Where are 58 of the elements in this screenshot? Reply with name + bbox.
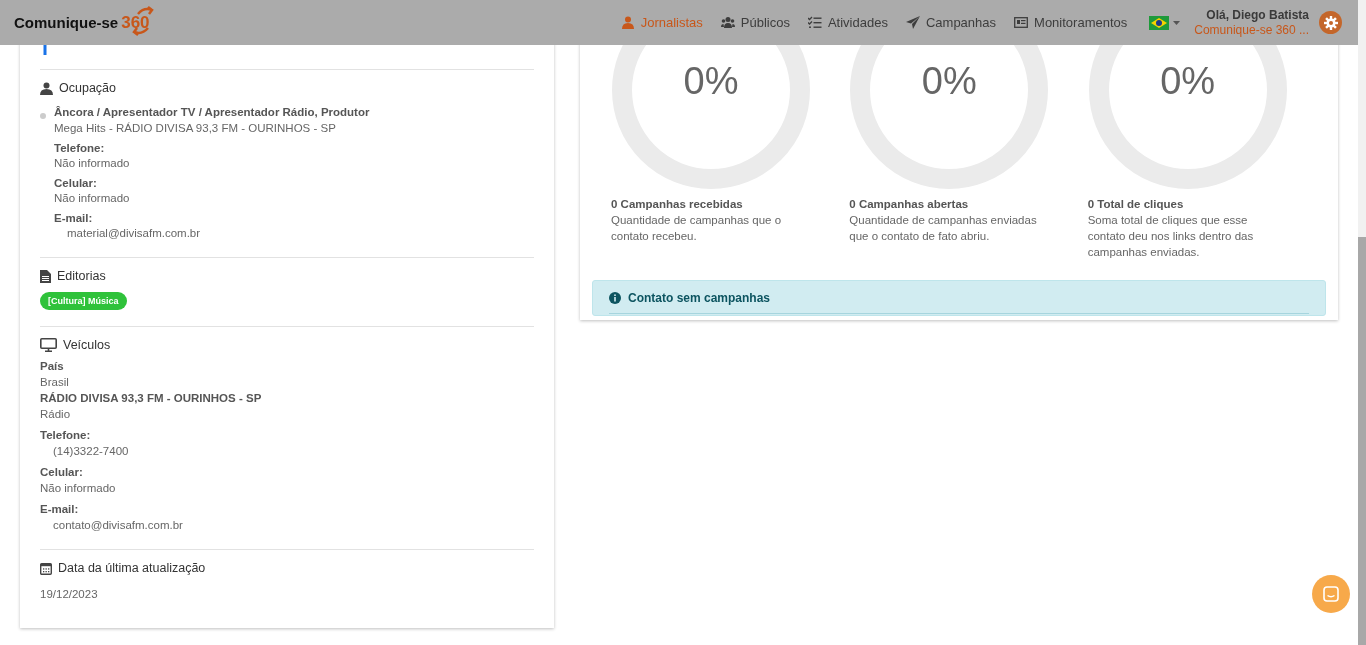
brazil-flag-icon <box>1149 15 1170 30</box>
field-value: Não informado <box>54 156 131 171</box>
gauge-percent: 0% <box>682 60 740 103</box>
section-title: Data da última atualização <box>58 561 206 575</box>
chat-icon <box>1323 586 1339 602</box>
field-label: País <box>40 359 65 374</box>
update-date: 19/12/2023 <box>40 587 99 602</box>
person-icon <box>620 16 635 29</box>
stat-description: Soma total de cliques que esse contato deu nos links dentro das campanhas enviadas. <box>1087 213 1255 260</box>
stat-description: Quantidade de campanhas enviadas que o contato de fato abriu. <box>849 213 1038 244</box>
paper-plane-icon <box>905 16 920 29</box>
nav-link[interactable]: Atividades <box>807 15 888 30</box>
nav-link[interactable]: Campanhas <box>905 15 997 30</box>
field-label: Telefone: <box>40 428 92 443</box>
checklist-icon <box>807 16 822 29</box>
scrollbar[interactable] <box>1358 0 1366 645</box>
stat-title: 0 Total de cliques <box>1087 197 1185 212</box>
stat-title: 0 Campanhas abertas <box>849 197 970 212</box>
person-icon <box>40 81 53 95</box>
outlet-name: RÁDIO DIVISA 93,3 FM - OURINHOS - SP <box>40 391 263 406</box>
role-text: Âncora / Apresentador TV / Apresentador Rádio, Produtor <box>54 105 370 120</box>
field-value: Não informado <box>40 481 117 496</box>
field-value: Brasil <box>40 375 70 390</box>
stat-description: Quantidade de campanhas que o contato recebeu. <box>611 213 783 244</box>
section-title: Ocupação <box>59 81 116 95</box>
field-label: Celular: <box>54 177 98 190</box>
newspaper-icon <box>1014 16 1029 29</box>
nav-link[interactable]: Públicos <box>720 15 790 30</box>
tag: [Cultura] Música <box>40 292 127 310</box>
field-label: E-mail: <box>54 212 94 225</box>
document-icon <box>40 269 51 283</box>
logo[interactable]: Comunique-se 360 <box>14 9 156 36</box>
people-icon <box>720 16 735 29</box>
user-greeting: Olá, Diego Batista <box>1206 7 1309 23</box>
field-label: Telefone: <box>54 142 106 155</box>
info-icon <box>609 292 621 304</box>
caret-icon <box>1173 20 1181 25</box>
stat-title: 0 Campanhas recebidas <box>611 197 744 212</box>
gauge-percent: 0% <box>920 60 978 103</box>
nav-link[interactable]: Monitoramentos <box>1014 15 1128 30</box>
outlet-type: Rádio <box>40 407 72 422</box>
outlet-text: Mega Hits - RÁDIO DIVISA 93,3 FM - OURINHOS - SP <box>54 121 337 136</box>
field-value: (14)3322-7400 <box>52 444 129 459</box>
bullet-icon <box>40 113 46 119</box>
gauge-percent: 0% <box>1159 60 1217 103</box>
settings-button[interactable] <box>1319 11 1342 34</box>
field-value: Não informado <box>54 191 131 206</box>
section-title: Editorias <box>57 269 106 283</box>
alert-text: Contato sem campanhas <box>628 291 771 305</box>
monitor-icon <box>40 338 57 352</box>
section-title: Veículos <box>63 338 111 352</box>
settings-icon <box>1323 15 1338 30</box>
field-label: E-mail: <box>40 502 80 517</box>
language-selector[interactable] <box>1149 15 1181 30</box>
calendar-icon <box>40 561 52 575</box>
field-label: Celular: <box>40 465 84 480</box>
field-value: material@divisafm.com.br <box>66 226 201 241</box>
field-value: contato@divisafm.com.br <box>52 518 183 533</box>
